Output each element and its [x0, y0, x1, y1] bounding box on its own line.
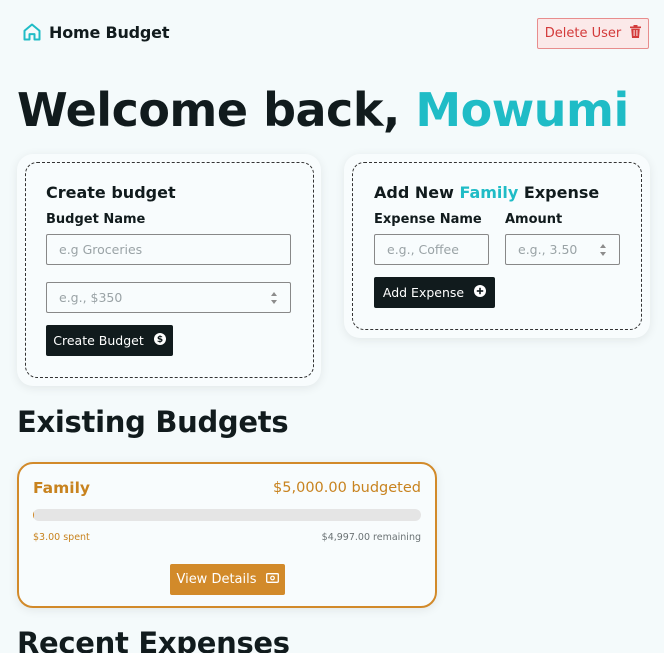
- add-expense-label: Add Expense: [382, 285, 465, 300]
- plus-circle-icon: [474, 285, 487, 300]
- delete-user-button[interactable]: Delete User: [537, 18, 649, 49]
- app-header: Home Budget Delete User: [0, 0, 664, 68]
- budget-name-input[interactable]: e.g Groceries: [46, 234, 291, 265]
- add-expense-form: Add New Family Expense Expense Name Amou…: [352, 162, 642, 330]
- expense-amount-label: Amount: [505, 212, 563, 227]
- budget-name: Family: [33, 479, 91, 497]
- add-expense-title: Add New Family Expense: [374, 183, 599, 202]
- home-link[interactable]: Home Budget: [22, 22, 169, 42]
- budget-name-label: Budget Name: [46, 212, 146, 227]
- add-expense-title-suffix: Expense: [518, 183, 600, 202]
- view-details-label: View Details: [176, 572, 257, 587]
- welcome-heading: Welcome back, Mowumi: [17, 84, 629, 136]
- create-budget-card: Create budget Budget Name e.g Groceries …: [17, 154, 321, 386]
- budget-remaining: $4,997.00 remaining: [321, 532, 421, 543]
- create-budget-button[interactable]: Create Budget $: [46, 325, 173, 356]
- delete-user-label: Delete User: [544, 26, 622, 41]
- home-icon: [22, 22, 42, 42]
- expense-amount-placeholder: e.g., 3.50: [518, 242, 578, 257]
- existing-budgets-title: Existing Budgets: [17, 405, 289, 439]
- budget-spent: $3.00 spent: [33, 532, 90, 543]
- add-expense-button[interactable]: Add Expense: [374, 277, 495, 308]
- expense-name-placeholder: e.g., Coffee: [387, 242, 459, 257]
- view-details-button[interactable]: View Details: [170, 564, 285, 595]
- create-budget-label: Create Budget: [53, 333, 144, 348]
- expense-name-input[interactable]: e.g., Coffee: [374, 234, 489, 265]
- add-expense-title-budget: Family: [459, 183, 519, 202]
- budget-amount-spinner[interactable]: [270, 292, 278, 304]
- budget-card-family: Family $5,000.00 budgeted $3.00 spent $4…: [17, 462, 437, 608]
- expense-name-label: Expense Name: [374, 212, 482, 227]
- dollar-circle-icon: $: [153, 333, 166, 348]
- budget-name-placeholder: e.g Groceries: [59, 242, 143, 257]
- expense-amount-spinner[interactable]: [599, 244, 607, 256]
- expense-amount-input[interactable]: e.g., 3.50: [505, 234, 620, 265]
- trash-icon: [630, 25, 642, 42]
- recent-expenses-title: Recent Expenses: [17, 626, 290, 653]
- brand-name: Home Budget: [49, 22, 170, 42]
- banknote-icon: [265, 572, 279, 587]
- add-expense-card: Add New Family Expense Expense Name Amou…: [344, 154, 650, 338]
- budget-amount-placeholder: e.g., $350: [59, 290, 123, 305]
- budget-amount-input[interactable]: e.g., $350: [46, 282, 291, 313]
- budget-progress-bar: [33, 509, 421, 521]
- budget-amount: $5,000.00 budgeted: [273, 480, 421, 496]
- create-budget-title: Create budget: [46, 183, 176, 202]
- welcome-prefix: Welcome back,: [17, 83, 416, 137]
- create-budget-form: Create budget Budget Name e.g Groceries …: [25, 162, 314, 378]
- user-name: Mowumi: [415, 83, 629, 137]
- svg-text:$: $: [157, 335, 163, 345]
- add-expense-title-prefix: Add New: [374, 183, 460, 202]
